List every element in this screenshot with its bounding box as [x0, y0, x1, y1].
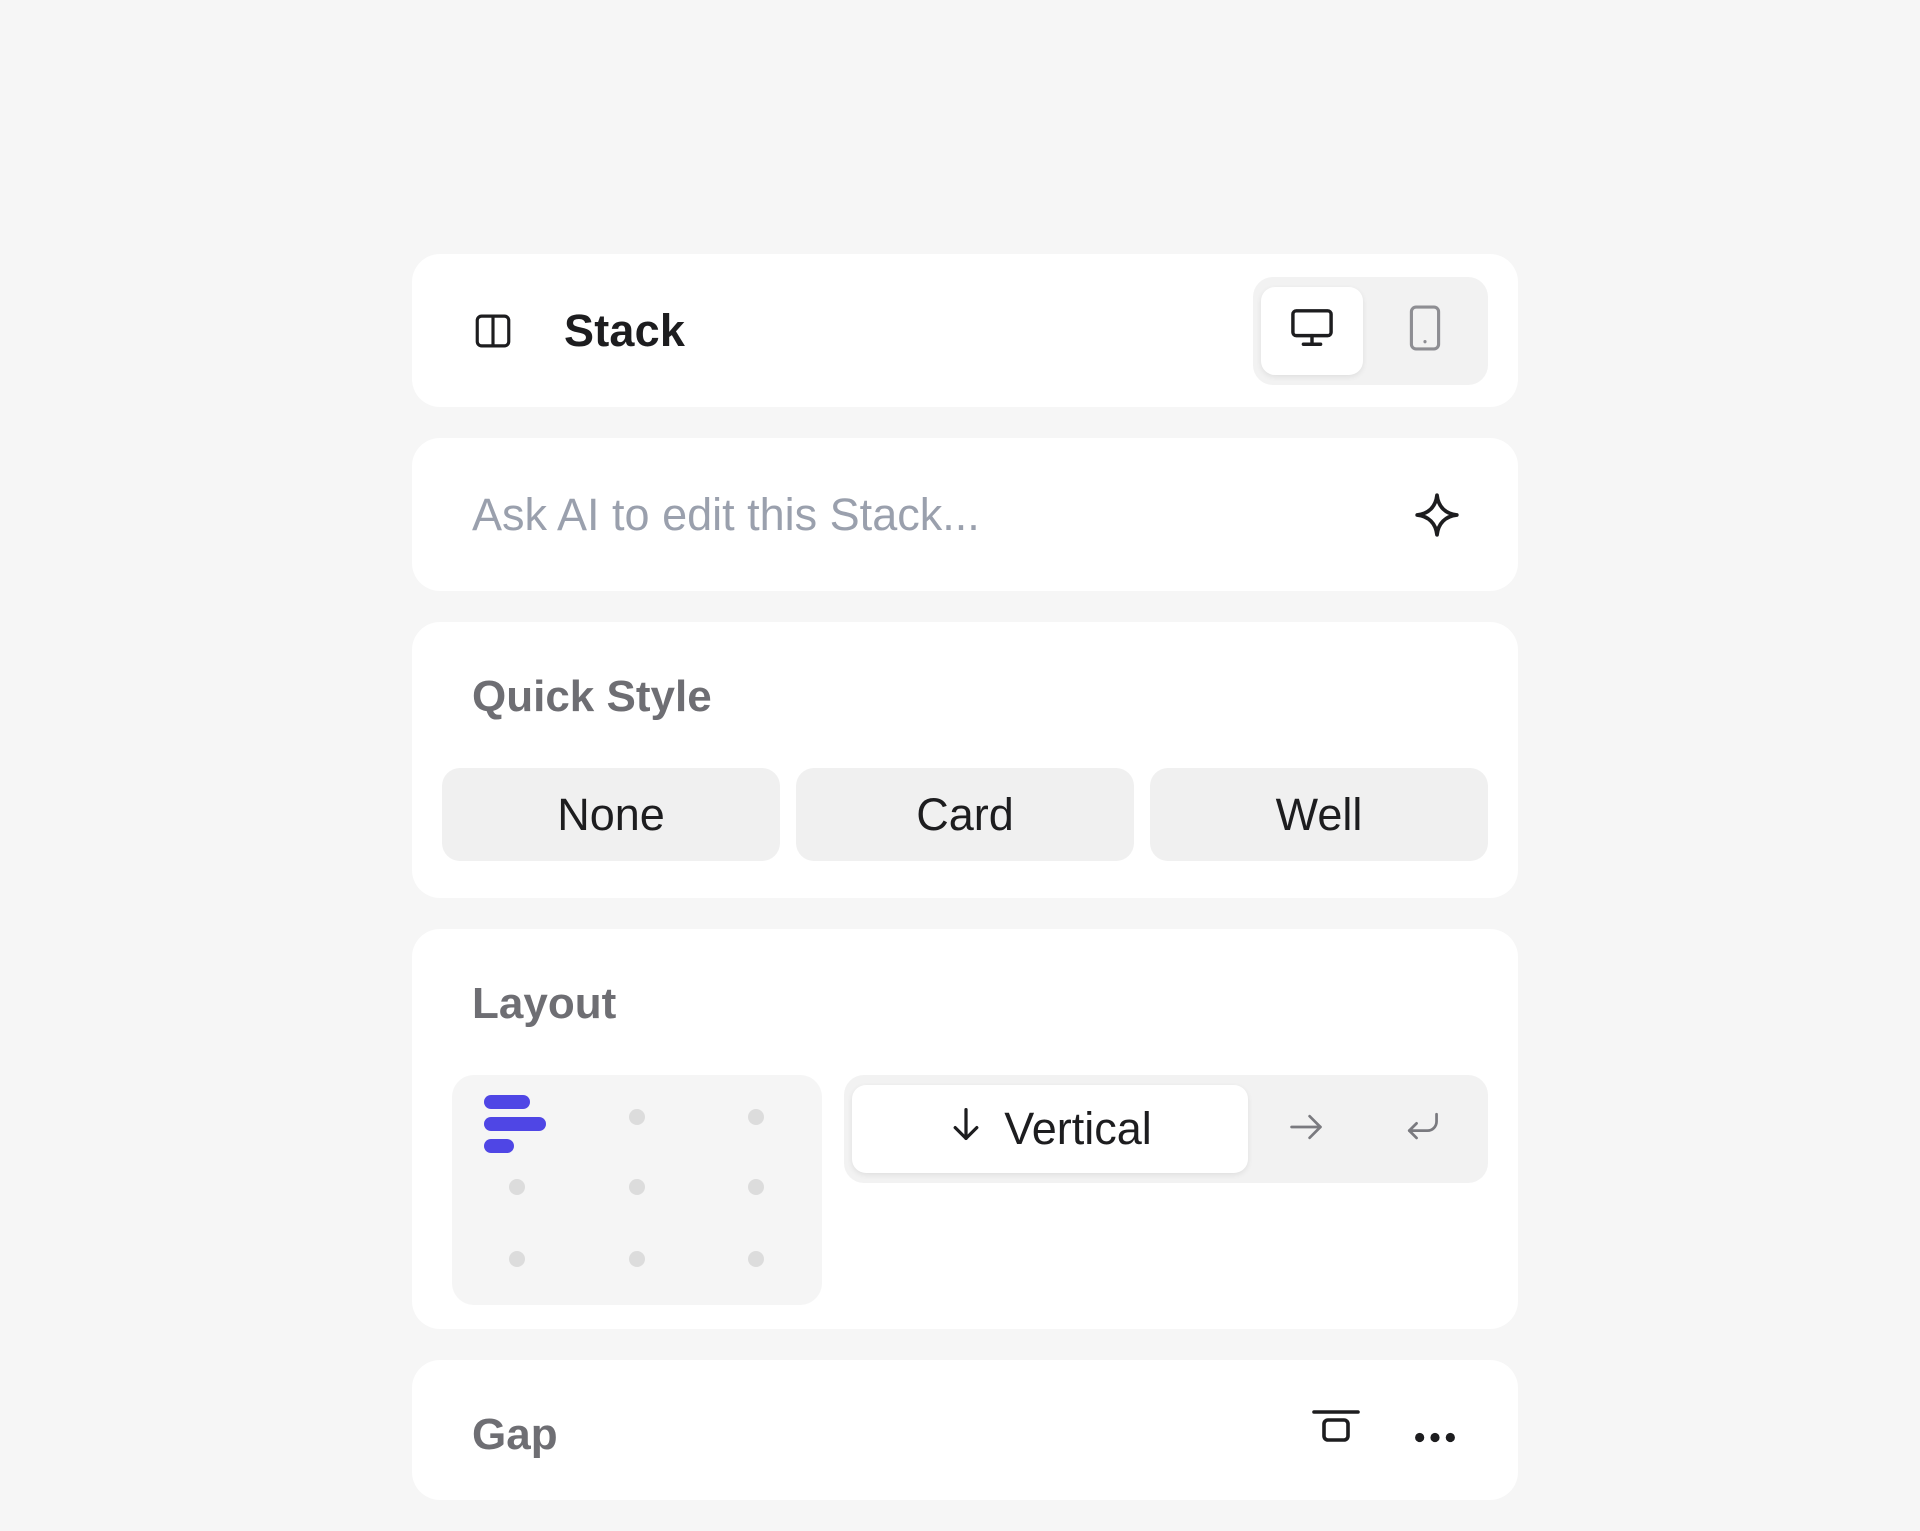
style-none-button[interactable]: None [442, 768, 780, 861]
desktop-view-button[interactable] [1261, 286, 1363, 375]
arrow-down-icon [948, 1103, 984, 1155]
ai-edit-card [412, 438, 1518, 591]
stack-properties-panel: Stack Ask AI to edit this Stack... Quick… [412, 254, 1518, 1531]
direction-horizontal-button[interactable] [1248, 1085, 1364, 1173]
style-card-button[interactable]: Card [796, 768, 1134, 861]
sparkle-icon[interactable] [1411, 489, 1463, 541]
align-top-center[interactable] [629, 1109, 645, 1125]
more-options-icon[interactable] [1412, 1406, 1458, 1451]
arrow-right-icon [1286, 1109, 1326, 1150]
quick-style-options: None Card Well [442, 768, 1488, 861]
align-top-left-icon[interactable] [482, 1093, 546, 1157]
component-title: Stack [564, 304, 686, 356]
mobile-view-button[interactable] [1371, 287, 1479, 375]
align-middle-center[interactable] [629, 1179, 645, 1195]
align-middle-left[interactable] [509, 1179, 525, 1195]
wrap-arrow-icon [1402, 1107, 1442, 1152]
quick-style-title: Quick Style [472, 672, 712, 721]
align-top-right[interactable] [748, 1109, 764, 1125]
style-well-button[interactable]: Well [1150, 768, 1488, 861]
align-bottom-right[interactable] [748, 1251, 764, 1267]
quick-style-card: Quick Style None Card Well [412, 622, 1518, 898]
align-middle-right[interactable] [748, 1179, 764, 1195]
align-bottom-center[interactable] [629, 1251, 645, 1267]
layout-card: Layout Vertical [412, 929, 1518, 1329]
gap-card: Gap [412, 1360, 1518, 1500]
gap-distribute-icon[interactable] [1310, 1406, 1362, 1451]
ai-edit-input[interactable] [472, 488, 1411, 541]
alignment-grid [452, 1075, 822, 1305]
direction-wrap-button[interactable] [1364, 1085, 1480, 1173]
phone-icon [1408, 305, 1442, 356]
columns-layout-icon [472, 310, 514, 352]
monitor-icon [1289, 307, 1335, 354]
header-card: Stack [412, 254, 1518, 407]
layout-title: Layout [472, 979, 617, 1028]
direction-vertical-button[interactable]: Vertical [852, 1085, 1248, 1173]
direction-vertical-label: Vertical [1004, 1103, 1152, 1154]
device-toggle [1253, 276, 1488, 385]
direction-toggle: Vertical [844, 1075, 1488, 1183]
align-bottom-left[interactable] [509, 1251, 525, 1267]
gap-title: Gap [472, 1410, 558, 1459]
